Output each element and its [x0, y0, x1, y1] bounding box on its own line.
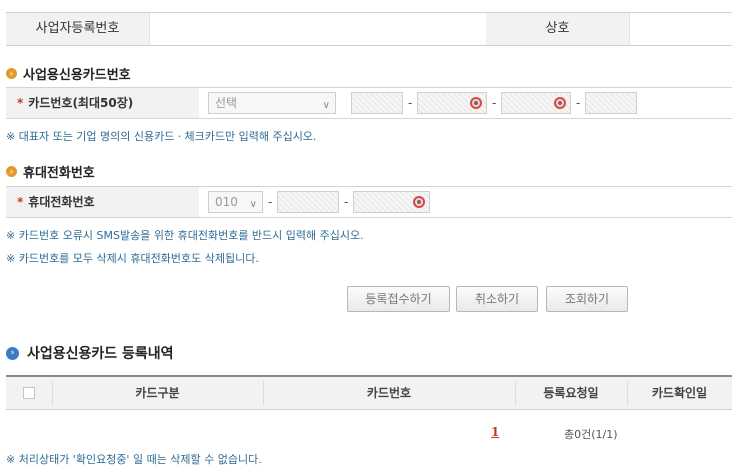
card-number-label-text: 카드번호(최대50장) — [28, 96, 134, 110]
dash-separator: - — [492, 96, 497, 110]
business-no-value — [156, 13, 486, 45]
dash-separator: - — [268, 195, 273, 209]
col-request-date: 등록요청일 — [543, 386, 599, 400]
phone-note-2: ※ 카드번호를 모두 삭제시 휴대전화번호도 삭제됩니다. — [6, 252, 259, 265]
card-section-title: › 사업용신용카드번호 — [6, 64, 131, 83]
card-number-label: * 카드번호(최대50장) — [6, 88, 199, 118]
company-label: 상호 — [486, 13, 629, 45]
card-number-input-1[interactable] — [351, 92, 403, 114]
phone-prefix-select[interactable]: 010 ∨ — [208, 191, 263, 213]
register-button[interactable]: 등록접수하기 — [347, 286, 450, 312]
company-value — [634, 13, 732, 45]
cancel-button[interactable]: 취소하기 — [456, 286, 538, 312]
security-keyboard-icon[interactable] — [554, 97, 566, 109]
phone-row: * 휴대전화번호 010 ∨ - - — [6, 186, 732, 218]
phone-middle-input[interactable] — [277, 191, 339, 213]
phone-prefix-value: 010 — [215, 195, 238, 209]
card-type-select[interactable]: 선택 ∨ — [208, 92, 336, 114]
phone-section-title: › 휴대전화번호 — [6, 162, 95, 181]
arrow-right-icon: › — [6, 346, 19, 360]
business-no-label: 사업자등록번호 — [6, 13, 149, 45]
card-note: ※ 대표자 또는 기업 명의의 신용카드ㆍ체크카드만 입력해 주십시오. — [6, 130, 317, 143]
phone-section-title-text: 휴대전화번호 — [23, 166, 95, 181]
security-keyboard-icon[interactable] — [413, 196, 425, 208]
list-section-title: › 사업용신용카드 등록내역 — [6, 343, 174, 363]
page-link[interactable]: 1 — [491, 425, 499, 439]
arrow-right-icon: › — [6, 166, 17, 177]
phone-label-text: 휴대전화번호 — [28, 195, 95, 209]
dash-separator: - — [576, 96, 581, 110]
card-number-input-2[interactable] — [417, 92, 487, 114]
arrow-right-icon: › — [6, 68, 17, 79]
dash-separator: - — [408, 96, 413, 110]
select-all-checkbox[interactable] — [23, 387, 35, 399]
card-number-row: * 카드번호(최대50장) 선택 ∨ - - - — [6, 87, 732, 119]
list-table-header: 카드구분 카드번호 등록요청일 카드확인일 — [6, 375, 732, 410]
chevron-down-icon: ∨ — [249, 199, 257, 210]
card-type-select-value: 선택 — [215, 96, 238, 110]
required-mark: * — [17, 96, 24, 110]
security-keyboard-icon[interactable] — [470, 97, 482, 109]
col-card-type: 카드구분 — [135, 386, 180, 400]
dash-separator: - — [344, 195, 349, 209]
phone-label: * 휴대전화번호 — [6, 187, 199, 217]
phone-note-1: ※ 카드번호 오류시 SMS발송을 위한 휴대전화번호를 반드시 입력해 주십시… — [6, 229, 364, 242]
divider — [149, 13, 150, 45]
col-card-number: 카드번호 — [366, 386, 412, 400]
list-section-title-text: 사업용신용카드 등록내역 — [27, 346, 174, 362]
card-number-input-4[interactable] — [585, 92, 637, 114]
inquiry-button[interactable]: 조회하기 — [546, 286, 628, 312]
card-section-title-text: 사업용신용카드번호 — [23, 68, 131, 83]
divider — [629, 13, 630, 45]
chevron-down-icon: ∨ — [322, 100, 330, 111]
total-count: 총0건(1/1) — [564, 428, 618, 441]
business-info-row: 사업자등록번호 상호 — [6, 12, 732, 46]
card-number-input-3[interactable] — [501, 92, 571, 114]
col-confirm-date: 카드확인일 — [651, 386, 708, 400]
list-note: ※ 처리상태가 '확인요청중' 일 때는 삭제할 수 없습니다. — [6, 453, 262, 466]
phone-last-input[interactable] — [353, 191, 430, 213]
required-mark: * — [17, 195, 24, 209]
